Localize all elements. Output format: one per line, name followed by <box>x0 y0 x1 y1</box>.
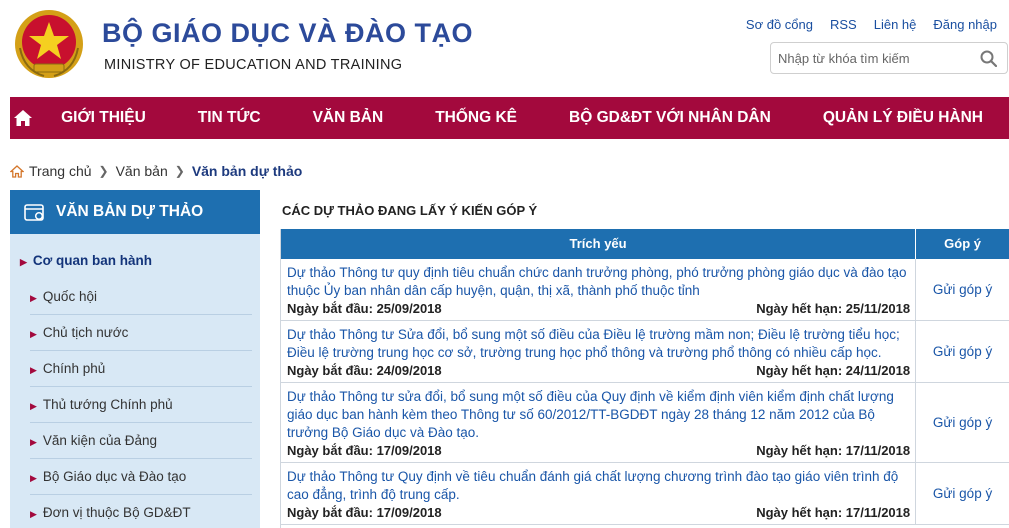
sidebar-item-chu-tich-nuoc[interactable]: ▶ Chủ tịch nước <box>30 315 252 351</box>
draft-dates: Ngày bắt đầu: 17/09/2018 Ngày hết hạn: 1… <box>287 505 910 521</box>
sidebar: VĂN BẢN DỰ THẢO ▶ Cơ quan ban hành ▶ Quốc … <box>10 190 260 528</box>
send-feedback-link[interactable]: Gửi góp ý <box>916 383 1009 462</box>
sidebar-item-don-vi-thuoc-bo[interactable]: ▶ Đơn vị thuộc Bộ GD&ĐT <box>30 495 252 528</box>
draft-dates: Ngày bắt đầu: 24/09/2018 Ngày hết hạn: 2… <box>287 363 910 379</box>
nav-item-thong-ke[interactable]: THỐNG KÊ <box>409 97 543 139</box>
sidebar-item-label: Bộ Giáo dục và Đào tạo <box>42 469 187 484</box>
nav-item-van-ban[interactable]: VĂN BẢN <box>287 97 410 139</box>
national-emblem-logo[interactable] <box>14 8 84 80</box>
sidebar-item-label: Đơn vị thuộc Bộ GD&ĐT <box>42 505 191 520</box>
column-header-action: Góp ý <box>944 236 981 251</box>
start-date: Ngày bắt đầu: 17/09/2018 <box>287 443 442 458</box>
sidebar-item-thu-tuong[interactable]: ▶ Thủ tướng Chính phủ <box>30 387 252 423</box>
start-date: Ngày bắt đầu: 25/09/2018 <box>287 301 442 316</box>
nav-item-gioi-thieu[interactable]: GIỚI THIỆU <box>35 97 172 139</box>
table-row: Dự thảo Thông tư Sửa đổi, bổ sung một số… <box>281 321 1009 383</box>
end-date: Ngày hết hạn: 17/11/2018 <box>756 443 911 458</box>
caret-right-icon: ▶ <box>30 401 37 411</box>
sidebar-item-label: Quốc hội <box>42 289 97 304</box>
caret-right-icon: ▶ <box>30 365 37 375</box>
draft-title-link[interactable]: Dự thảo Thông tư quy định tiêu chuẩn chứ… <box>287 264 910 300</box>
draft-dates: Ngày bắt đầu: 25/09/2018 Ngày hết hạn: 2… <box>287 301 910 317</box>
sidebar-item-label: Thủ tướng Chính phủ <box>42 397 173 412</box>
caret-right-icon: ▶ <box>20 257 27 267</box>
row-summary-cell: Dự thảo Thông tư Sửa đổi, bổ sung một số… <box>281 321 917 382</box>
sidebar-group-issuer[interactable]: ▶ Cơ quan ban hành <box>10 243 260 279</box>
breadcrumb-current: Văn bản dự thảo <box>191 163 303 179</box>
sidebar-group-label: Cơ quan ban hành <box>32 253 153 268</box>
sidebar-header: VĂN BẢN DỰ THẢO <box>10 190 260 234</box>
nav-item-tin-tuc[interactable]: TIN TỨC <box>172 97 287 139</box>
table-row: Dự thảo Thông tư sửa đổi, bổ sung một số… <box>281 383 1009 463</box>
sidebar-item-bo-gddt[interactable]: ▶ Bộ Giáo dục và Đào tạo <box>30 459 252 495</box>
row-summary-cell: Dự thảo Thông tư quy định tiêu chuẩn chứ… <box>281 259 917 320</box>
caret-right-icon: ▶ <box>30 293 37 303</box>
row-summary-cell: Dự thảo Thông tư sửa đổi, bổ sung một số… <box>281 383 917 462</box>
login-link[interactable]: Đăng nhập <box>933 17 997 32</box>
table-row: Dự thảo Thông tư Quy định về tiêu chuẩn … <box>281 463 1009 525</box>
nav-item-quan-ly-dieu-hanh[interactable]: QUẢN LÝ ĐIỀU HÀNH <box>797 97 1009 139</box>
table-row: Dự thảo Thông tư quy định tiêu chuẩn chứ… <box>281 259 1009 321</box>
chevron-right-icon: ❯ <box>174 164 185 178</box>
sidebar-item-van-kien-dang[interactable]: ▶ Văn kiện của Đảng <box>30 423 252 459</box>
sidebar-item-label: Chính phủ <box>42 361 106 376</box>
top-links: Sơ đồ cổng RSS Liên hệ Đăng nhập <box>729 17 997 32</box>
caret-right-icon: ▶ <box>30 329 37 339</box>
drafts-table: Trích yếu Góp ý Dự thảo Thông tư quy địn… <box>280 229 1009 528</box>
sidebar-item-quoc-hoi[interactable]: ▶ Quốc hội <box>30 279 252 315</box>
ministry-name-vietnamese[interactable]: BỘ GIÁO DỤC VÀ ĐÀO TẠO <box>102 18 473 49</box>
end-date: Ngày hết hạn: 25/11/2018 <box>756 301 911 316</box>
page-title: CÁC DỰ THẢO ĐANG LẤY Ý KIẾN GÓP Ý <box>282 203 538 218</box>
breadcrumb-level1[interactable]: Văn bản <box>116 163 168 179</box>
sidebar-item-label: Chủ tịch nước <box>42 325 129 340</box>
site-header: BỘ GIÁO DỤC VÀ ĐÀO TẠO MINISTRY OF EDUCA… <box>0 0 1009 96</box>
draft-title-link[interactable]: Dự thảo Thông tư Quy định về tiêu chuẩn … <box>287 468 910 504</box>
sidebar-item-label: Văn kiện của Đảng <box>42 433 157 448</box>
rss-link[interactable]: RSS <box>830 17 857 32</box>
breadcrumb-home[interactable]: Trang chủ <box>29 163 92 179</box>
caret-right-icon: ▶ <box>30 437 37 447</box>
send-feedback-link[interactable]: Gửi góp ý <box>916 321 1009 382</box>
draft-title-link[interactable]: Dự thảo Thông tư sửa đổi, bổ sung một số… <box>287 388 910 442</box>
draft-title-link[interactable]: Dự thảo Thông tư Sửa đổi, bổ sung một số… <box>287 326 910 362</box>
send-feedback-link[interactable]: Gửi góp ý <box>916 259 1009 320</box>
search-icon[interactable] <box>980 50 997 67</box>
table-header: Trích yếu Góp ý <box>281 229 1009 259</box>
start-date: Ngày bắt đầu: 17/09/2018 <box>287 505 442 520</box>
search-box <box>770 42 1008 74</box>
nav-home[interactable] <box>10 97 35 139</box>
start-date: Ngày bắt đầu: 24/09/2018 <box>287 363 442 378</box>
end-date: Ngày hết hạn: 24/11/2018 <box>756 363 911 378</box>
ministry-name-english: MINISTRY OF EDUCATION AND TRAINING <box>104 57 403 73</box>
contact-link[interactable]: Liên hệ <box>874 17 917 32</box>
main-nav: GIỚI THIỆU TIN TỨC VĂN BẢN THỐNG KÊ BỘ G… <box>10 97 1009 139</box>
breadcrumb: Trang chủ ❯ Văn bản ❯ Văn bản dự thảo <box>10 161 302 181</box>
home-icon <box>13 110 32 126</box>
nav-item-bo-voi-nhan-dan[interactable]: BỘ GD&ĐT VỚI NHÂN DÂN <box>543 97 797 139</box>
home-icon[interactable] <box>10 164 24 178</box>
sidebar-item-chinh-phu[interactable]: ▶ Chính phủ <box>30 351 252 387</box>
document-icon <box>24 204 44 221</box>
end-date: Ngày hết hạn: 17/11/2018 <box>756 505 911 520</box>
column-header-summary: Trích yếu <box>281 229 917 259</box>
send-feedback-link[interactable]: Gửi góp ý <box>916 463 1009 524</box>
sitemap-link[interactable]: Sơ đồ cổng <box>746 17 813 32</box>
sidebar-title: VĂN BẢN DỰ THẢO <box>56 203 204 220</box>
draft-dates: Ngày bắt đầu: 17/09/2018 Ngày hết hạn: 1… <box>287 443 910 459</box>
chevron-right-icon: ❯ <box>98 164 109 178</box>
caret-right-icon: ▶ <box>30 473 37 483</box>
search-input[interactable] <box>771 43 971 73</box>
row-summary-cell: Dự thảo Thông tư Quy định về tiêu chuẩn … <box>281 463 917 524</box>
caret-right-icon: ▶ <box>30 509 37 519</box>
